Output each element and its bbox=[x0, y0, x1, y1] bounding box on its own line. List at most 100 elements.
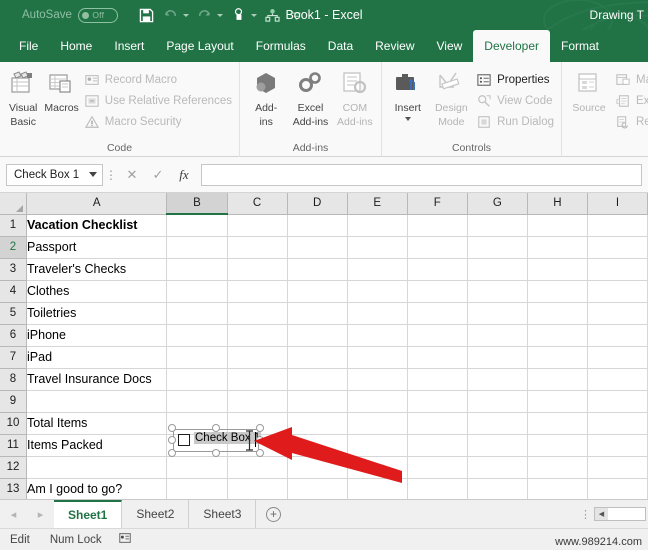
cell-e3[interactable] bbox=[347, 258, 407, 280]
cell-c5[interactable] bbox=[227, 302, 287, 324]
tab-file[interactable]: File bbox=[8, 30, 49, 62]
cell-b8[interactable] bbox=[167, 368, 227, 390]
cell-c7[interactable] bbox=[227, 346, 287, 368]
scroll-split-handle[interactable]: ⋮ bbox=[580, 508, 591, 521]
cell-e6[interactable] bbox=[347, 324, 407, 346]
row-header-9[interactable]: 9 bbox=[0, 390, 27, 412]
row-header-8[interactable]: 8 bbox=[0, 368, 27, 390]
cell-i5[interactable] bbox=[588, 302, 648, 324]
cell-i8[interactable] bbox=[588, 368, 648, 390]
cell-d1[interactable] bbox=[287, 214, 347, 236]
cell-a3[interactable]: Traveler's Checks bbox=[27, 258, 167, 280]
cell-b7[interactable] bbox=[167, 346, 227, 368]
touch-mode-icon[interactable] bbox=[228, 4, 250, 26]
select-all-corner[interactable] bbox=[0, 193, 27, 214]
row-header-12[interactable]: 12 bbox=[0, 456, 27, 478]
column-header-d[interactable]: D bbox=[287, 193, 347, 214]
cell-e4[interactable] bbox=[347, 280, 407, 302]
cell-d9[interactable] bbox=[287, 390, 347, 412]
cell-c2[interactable] bbox=[227, 236, 287, 258]
cell-g11[interactable] bbox=[467, 434, 527, 456]
add-sheet-button[interactable]: + bbox=[256, 500, 290, 528]
cell-f8[interactable] bbox=[407, 368, 467, 390]
resize-handle-n[interactable] bbox=[212, 424, 220, 432]
row-header-4[interactable]: 4 bbox=[0, 280, 27, 302]
resize-handle-s[interactable] bbox=[212, 449, 220, 457]
cell-h7[interactable] bbox=[527, 346, 587, 368]
sheet-prev-icon[interactable]: ◂ bbox=[11, 508, 17, 521]
macro-security-button[interactable]: Macro Security bbox=[81, 111, 235, 132]
cell-h13[interactable] bbox=[527, 478, 587, 499]
resize-handle-sw[interactable] bbox=[168, 449, 176, 457]
cell-h11[interactable] bbox=[527, 434, 587, 456]
cell-c9[interactable] bbox=[227, 390, 287, 412]
row-header-3[interactable]: 3 bbox=[0, 258, 27, 280]
cell-b4[interactable] bbox=[167, 280, 227, 302]
share-icon[interactable] bbox=[262, 4, 284, 26]
use-relative-references-button[interactable]: Use Relative References bbox=[81, 90, 235, 111]
record-macro-status-icon[interactable] bbox=[118, 531, 132, 548]
cell-a4[interactable]: Clothes bbox=[27, 280, 167, 302]
cell-c1[interactable] bbox=[227, 214, 287, 236]
cell-c4[interactable] bbox=[227, 280, 287, 302]
cell-e2[interactable] bbox=[347, 236, 407, 258]
scroll-left-icon[interactable]: ◀ bbox=[595, 508, 608, 520]
cell-g7[interactable] bbox=[467, 346, 527, 368]
tab-developer[interactable]: Developer bbox=[473, 30, 550, 62]
cell-c3[interactable] bbox=[227, 258, 287, 280]
visual-basic-button[interactable]: Visual Basic bbox=[4, 66, 42, 128]
cell-h9[interactable] bbox=[527, 390, 587, 412]
cell-g8[interactable] bbox=[467, 368, 527, 390]
cell-i7[interactable] bbox=[588, 346, 648, 368]
undo-dropdown-icon[interactable] bbox=[183, 14, 189, 17]
cancel-icon[interactable]: ✕ bbox=[119, 164, 145, 186]
customize-qat-icon[interactable] bbox=[286, 4, 308, 26]
cell-f5[interactable] bbox=[407, 302, 467, 324]
insert-control-button[interactable]: Insert bbox=[386, 66, 430, 121]
cell-a13[interactable]: Am I good to go? bbox=[27, 478, 167, 499]
cell-i11[interactable] bbox=[588, 434, 648, 456]
cell-b9[interactable] bbox=[167, 390, 227, 412]
tab-formulas[interactable]: Formulas bbox=[245, 30, 317, 62]
cell-g1[interactable] bbox=[467, 214, 527, 236]
cell-d8[interactable] bbox=[287, 368, 347, 390]
cell-e7[interactable] bbox=[347, 346, 407, 368]
autosave-switch[interactable]: Off bbox=[78, 8, 118, 23]
add-ins-button[interactable]: Add- ins bbox=[244, 66, 288, 128]
cell-e1[interactable] bbox=[347, 214, 407, 236]
cell-h3[interactable] bbox=[527, 258, 587, 280]
cell-a7[interactable]: iPad bbox=[27, 346, 167, 368]
cell-i4[interactable] bbox=[588, 280, 648, 302]
cell-f2[interactable] bbox=[407, 236, 467, 258]
cell-a10[interactable]: Total Items bbox=[27, 412, 167, 434]
map-properties-button[interactable]: Map bbox=[612, 69, 648, 90]
tab-home[interactable]: Home bbox=[49, 30, 103, 62]
row-header-2[interactable]: 2 bbox=[0, 236, 27, 258]
cell-i3[interactable] bbox=[588, 258, 648, 280]
cell-i6[interactable] bbox=[588, 324, 648, 346]
cell-f7[interactable] bbox=[407, 346, 467, 368]
tab-data[interactable]: Data bbox=[317, 30, 364, 62]
cell-b12[interactable] bbox=[167, 456, 227, 478]
run-dialog-button[interactable]: Run Dialog bbox=[473, 111, 557, 132]
cell-a1[interactable]: Vacation Checklist bbox=[27, 214, 167, 236]
tab-insert[interactable]: Insert bbox=[103, 30, 155, 62]
save-icon[interactable] bbox=[136, 4, 158, 26]
cell-h1[interactable] bbox=[527, 214, 587, 236]
cell-a2[interactable]: Passport bbox=[27, 236, 167, 258]
cell-a9[interactable] bbox=[27, 390, 167, 412]
cell-f6[interactable] bbox=[407, 324, 467, 346]
expansion-packs-button[interactable]: Expan bbox=[612, 90, 648, 111]
cell-e9[interactable] bbox=[347, 390, 407, 412]
cell-g10[interactable] bbox=[467, 412, 527, 434]
column-header-a[interactable]: A bbox=[27, 193, 167, 214]
cell-d5[interactable] bbox=[287, 302, 347, 324]
view-code-button[interactable]: View Code bbox=[473, 90, 557, 111]
cell-a5[interactable]: Toiletries bbox=[27, 302, 167, 324]
insert-control-dropdown-icon[interactable] bbox=[405, 117, 411, 121]
horizontal-scrollbar[interactable]: ◀ bbox=[594, 507, 646, 521]
cell-i9[interactable] bbox=[588, 390, 648, 412]
cell-d4[interactable] bbox=[287, 280, 347, 302]
cell-b3[interactable] bbox=[167, 258, 227, 280]
redo-dropdown-icon[interactable] bbox=[217, 14, 223, 17]
